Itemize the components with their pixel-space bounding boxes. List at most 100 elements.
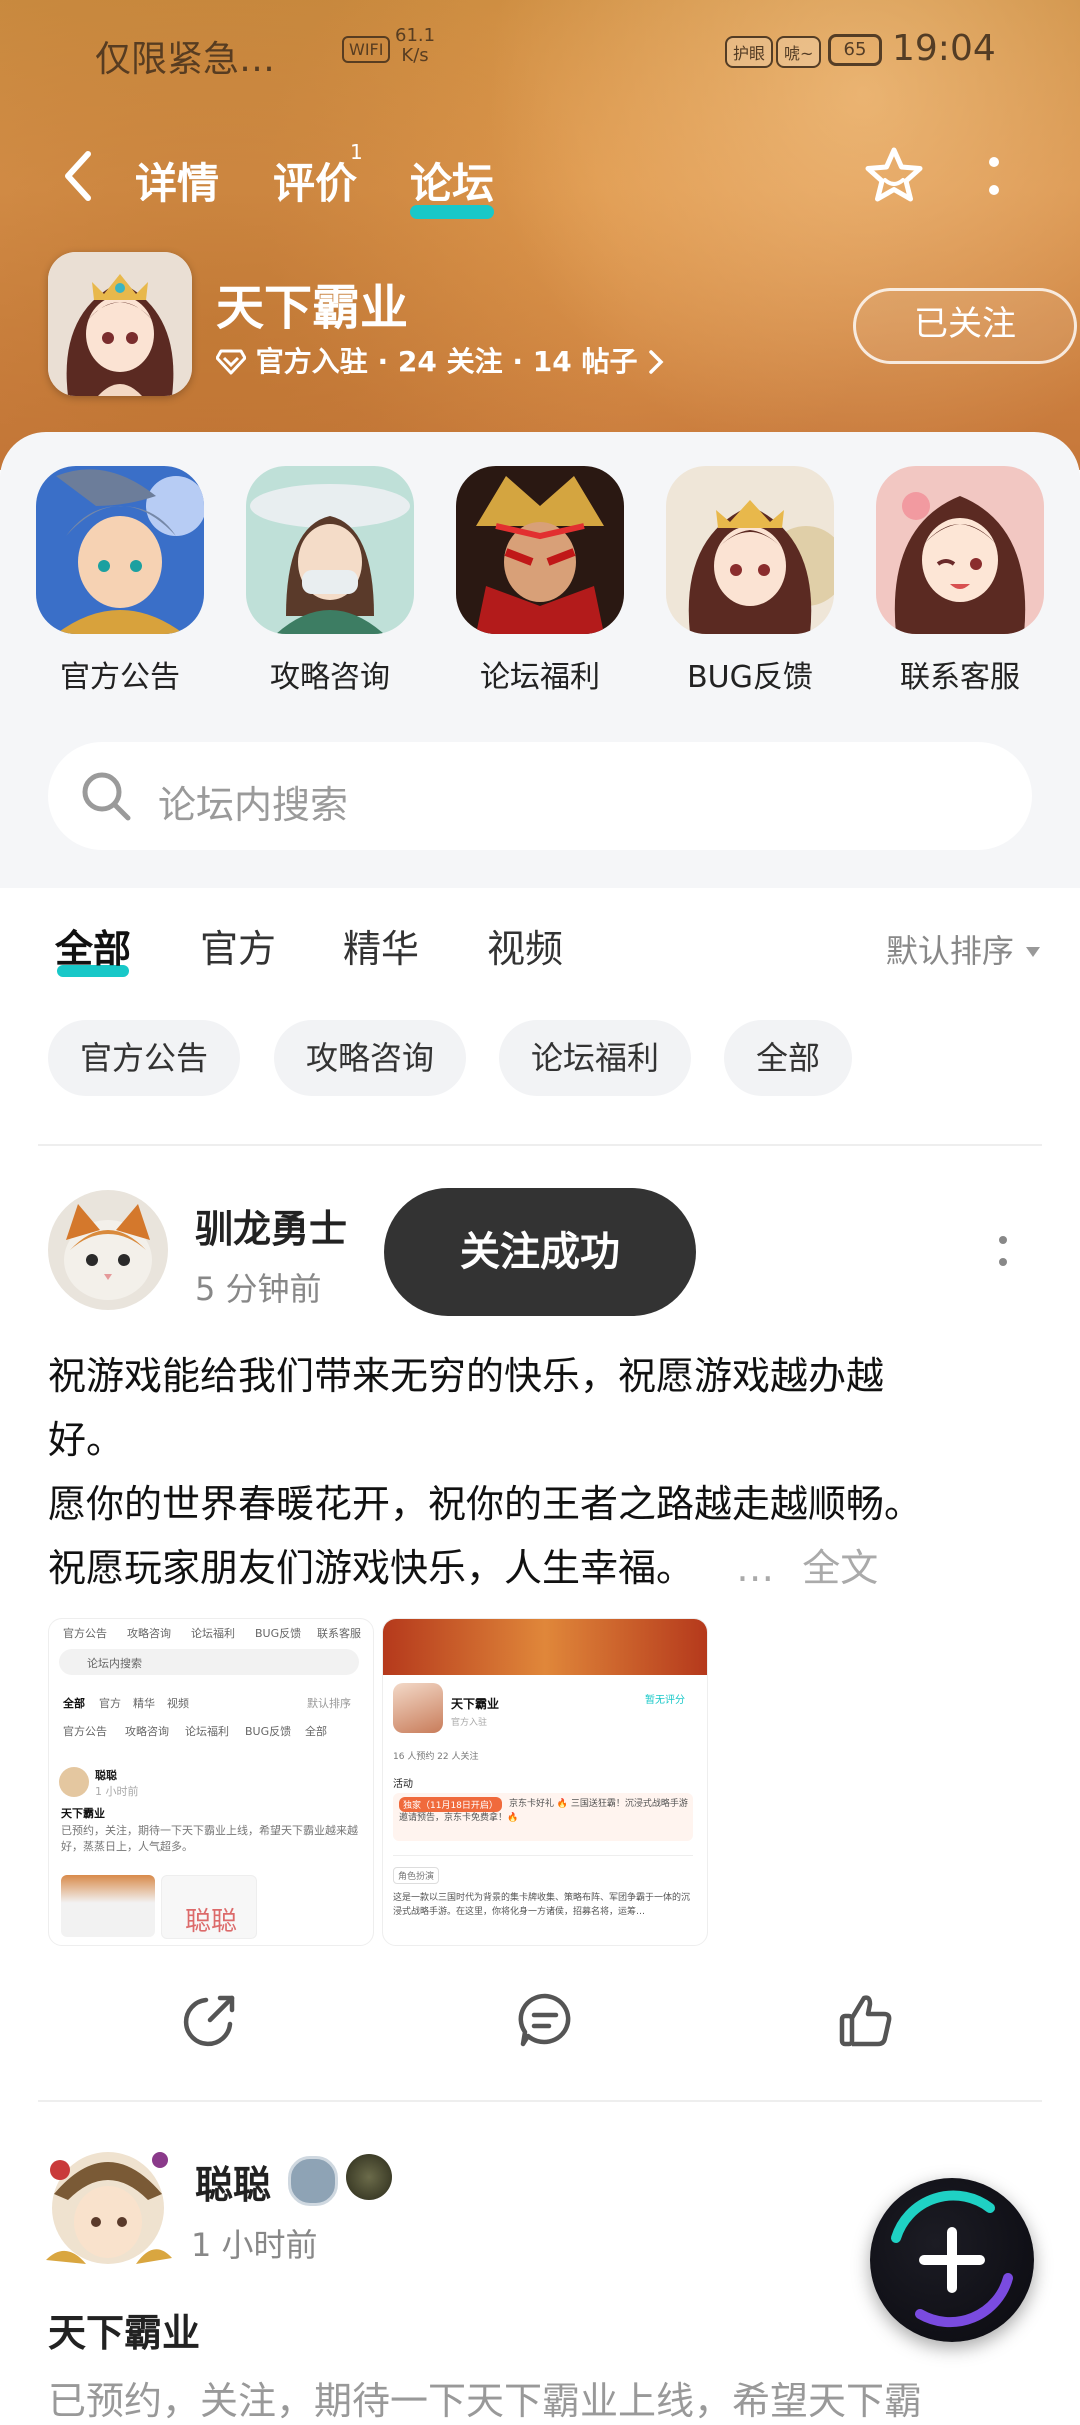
tab-forum[interactable]: 论坛	[410, 150, 495, 219]
mini-game-badge: 官方入驻	[451, 1718, 488, 1728]
filter-tab-all[interactable]: 全部	[55, 918, 131, 977]
category-strategy[interactable]: 攻略咨询	[245, 466, 415, 696]
like-icon[interactable]	[836, 1990, 896, 2050]
post-author[interactable]: 聪聪	[195, 2154, 271, 2209]
mini-search-text: 论坛内搜索	[87, 1657, 142, 1670]
status-text: 仅限紧急…	[95, 39, 276, 80]
forum-search-bar[interactable]: 论坛内搜索	[48, 742, 1032, 850]
category-row: 官方公告 攻略咨询 论坛福利 BUG反馈 联系客服	[0, 466, 1080, 696]
review-count-badge: 1	[350, 140, 363, 164]
post-line: 祝游戏能给我们带来无穷的快乐，祝愿游戏越办越	[48, 1354, 885, 1398]
following-button[interactable]: 已关注	[853, 288, 1077, 364]
game-icon	[48, 252, 192, 396]
ellipsis: …	[736, 1546, 775, 1590]
mini-desc: 这是一款以三国时代为背景的集卡牌收集、策略布阵、军团争霸于一体的沉浸式战略手游。…	[393, 1893, 691, 1917]
mini-filter: 视频	[167, 1697, 189, 1710]
avatar-with-frame[interactable]	[36, 2130, 180, 2274]
game-meta-link[interactable]: 官方入驻 · 24 关注 · 14 帖子	[215, 340, 665, 380]
mini-tab: 论坛福利	[191, 1627, 235, 1640]
mini-tab: 官方公告	[63, 1627, 107, 1640]
mini-tab: 攻略咨询	[127, 1627, 171, 1640]
avatar[interactable]	[48, 1190, 168, 1310]
diamond-icon	[215, 349, 247, 375]
mini-chip: 全部	[305, 1725, 327, 1738]
post-image-2[interactable]: 天下霸业 官方入驻 暂无评分 16 人预约 22 人关注 活动 独家（11月18…	[382, 1618, 708, 1946]
mode-badge: 唬~	[776, 36, 822, 68]
mini-activity: 活动	[393, 1779, 413, 1790]
post-line-last: 祝愿玩家朋友们游戏快乐，人生幸福。 … 全文	[48, 1536, 1038, 1600]
filter-tab-featured[interactable]: 精华	[343, 918, 419, 973]
post-body[interactable]: 祝游戏能给我们带来无穷的快乐，祝愿游戏越办越 好。 愿你的世界春暖花开，祝你的王…	[48, 1344, 1038, 1600]
category-label: 联系客服	[900, 660, 1020, 695]
category-label: 论坛福利	[480, 660, 600, 695]
filter-tabs: 全部 官方 精华 视频 默认排序	[0, 918, 1080, 988]
post-time: 5 分钟前	[195, 1270, 322, 1308]
create-post-button[interactable]	[870, 2178, 1034, 2342]
search-icon	[82, 772, 131, 821]
top-nav: 详情 评价 1 论坛	[0, 140, 1080, 220]
divider	[38, 2100, 1042, 2102]
chip-strategy[interactable]: 攻略咨询	[274, 1020, 467, 1096]
mini-title: 天下霸业	[61, 1807, 105, 1820]
mini-time: 1 小时前	[95, 1785, 139, 1798]
chip-all[interactable]: 全部	[724, 1020, 853, 1096]
game-header: 天下霸业 官方入驻 · 24 关注 · 14 帖子 已关注	[48, 252, 1077, 402]
tab-details[interactable]: 详情	[135, 150, 219, 211]
tab-reviews[interactable]: 评价	[273, 150, 357, 211]
caret-down-icon	[1026, 947, 1040, 957]
favorite-star-icon[interactable]	[862, 144, 926, 208]
eye-care-badge: 护眼	[725, 36, 774, 68]
mini-promo: 独家（11月18日开启） 京东卡好礼 🔥 三国送狂霸！沉浸式战略手游邀请预告，京…	[393, 1793, 693, 1841]
level-badge-icon	[288, 2156, 338, 2206]
post-preview[interactable]: 已预约，关注，期待一下天下霸业上线，希望天下霸	[48, 2370, 922, 2425]
post-title[interactable]: 天下霸业	[48, 2302, 200, 2357]
post-author[interactable]: 驯龙勇士	[195, 1198, 347, 1253]
mini-text: 已预约，关注，期待一下天下霸业上线，希望天下霸业越来越好，蒸蒸日上，人气超多。	[61, 1824, 358, 1853]
chip-forum-welfare[interactable]: 论坛福利	[499, 1020, 692, 1096]
mini-chip: BUG反馈	[245, 1725, 292, 1738]
chevron-right-icon	[649, 350, 664, 374]
bug-feedback-icon	[666, 466, 834, 634]
category-forum-welfare[interactable]: 论坛福利	[455, 466, 625, 696]
mini-stats: 16 人预约 22 人关注	[393, 1752, 479, 1762]
filter-tab-video[interactable]: 视频	[487, 918, 563, 973]
mini-search: 论坛内搜索	[59, 1649, 359, 1675]
mini-filter: 全部	[63, 1697, 85, 1710]
battery-icon: 65	[828, 34, 882, 66]
mini-image	[61, 1875, 155, 1937]
post-more-icon[interactable]	[996, 1232, 1010, 1272]
official-announcement-icon	[36, 466, 204, 634]
mini-author: 聪聪	[95, 1769, 117, 1782]
back-arrow-icon[interactable]	[58, 146, 98, 206]
post-image-1[interactable]: 官方公告 攻略咨询 论坛福利 BUG反馈 联系客服 论坛内搜索 全部 官方 精华…	[48, 1618, 374, 1946]
full-text-link[interactable]: 全文	[802, 1546, 878, 1590]
mini-chip: 论坛福利	[185, 1725, 229, 1738]
plus-icon	[891, 2190, 1013, 2328]
filter-tab-official[interactable]: 官方	[200, 918, 276, 973]
toast-follow-success: 关注成功	[384, 1188, 696, 1316]
mini-game-icon	[393, 1683, 443, 1733]
chip-official-announcement[interactable]: 官方公告	[48, 1020, 241, 1096]
medal-badge-icon	[346, 2154, 392, 2200]
mini-game-title: 天下霸业	[451, 1697, 500, 1711]
category-customer-service[interactable]: 联系客服	[875, 466, 1045, 696]
mini-filter: 精华	[133, 1697, 155, 1710]
status-bar: 仅限紧急… WIFI 61.1 K/s 护眼 唬~ 65 19:04	[0, 20, 1080, 90]
mini-tab: BUG反馈	[255, 1627, 302, 1640]
post-time: 1 小时前	[191, 2226, 318, 2264]
sort-dropdown[interactable]: 默认排序	[886, 926, 1042, 972]
mini-watermark: 聪聪	[185, 1907, 238, 1937]
mini-promo-text: 京东卡好礼 🔥 三国送狂霸！沉浸式战略手游邀请预告，京东卡免费拿！🔥	[399, 1799, 688, 1823]
mini-rating: 暂无评分	[645, 1695, 685, 1706]
comment-icon[interactable]	[515, 1990, 575, 2050]
category-bug-feedback[interactable]: BUG反馈	[665, 466, 835, 696]
more-options-icon[interactable]	[984, 152, 1004, 202]
mini-tab: 联系客服	[317, 1627, 361, 1640]
network-speed: 61.1 K/s	[395, 25, 436, 66]
share-icon[interactable]	[180, 1990, 240, 2050]
category-official-announcement[interactable]: 官方公告	[35, 466, 205, 696]
customer-service-icon	[876, 466, 1044, 634]
category-label: 攻略咨询	[270, 660, 390, 695]
mini-chip: 官方公告	[63, 1725, 107, 1738]
clock: 19:04	[892, 28, 996, 69]
